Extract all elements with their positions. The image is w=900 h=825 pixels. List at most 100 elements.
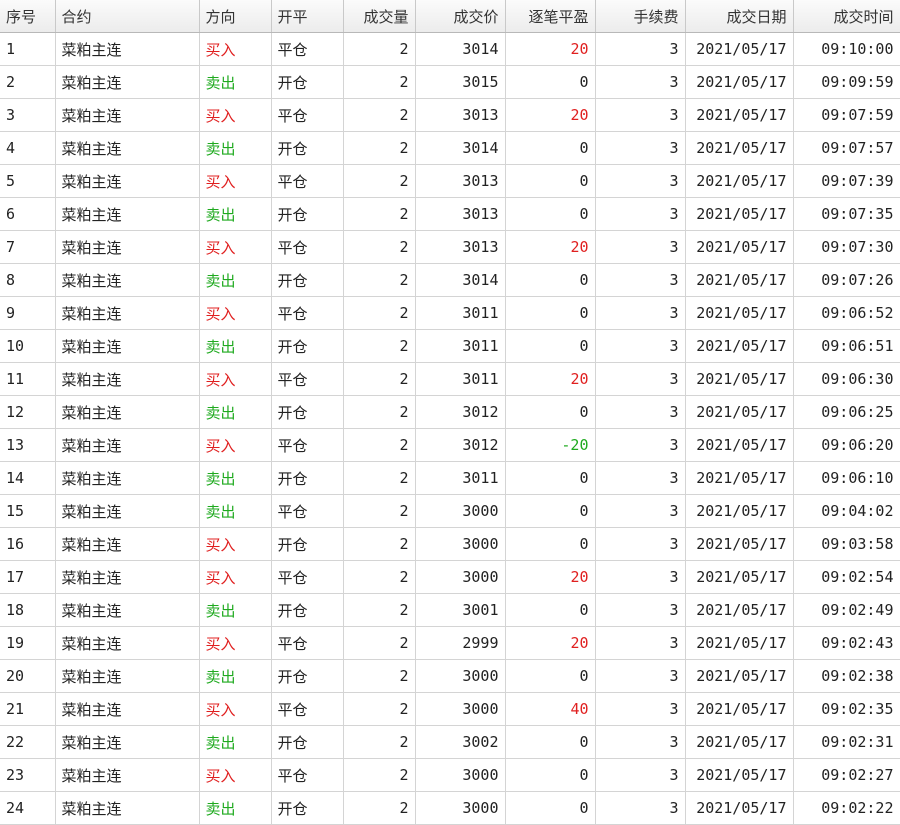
open-close-cell: 平仓	[271, 692, 344, 726]
column-header-contract[interactable]: 合约	[55, 0, 200, 33]
column-header-price[interactable]: 成交价	[415, 0, 506, 33]
column-header-direction[interactable]: 方向	[199, 0, 272, 33]
open-close-cell: 开仓	[271, 725, 344, 759]
table-row[interactable]: 1 菜粕主连 买入 平仓 2 3014 20 3 2021/05/17 09:10:00	[0, 32, 900, 66]
fee-cell: 3	[595, 791, 686, 825]
direction-cell: 卖出	[199, 65, 272, 99]
column-header-index[interactable]: 序号	[0, 0, 56, 33]
table-row[interactable]: 12 菜粕主连 卖出 开仓 2 3012 0 3 2021/05/17 09:06:25	[0, 395, 900, 429]
direction-cell: 卖出	[199, 461, 272, 495]
contract-cell: 菜粕主连	[55, 65, 200, 99]
pnl-cell: 0	[505, 329, 596, 363]
volume-cell: 2	[343, 527, 416, 561]
fee-cell: 3	[595, 626, 686, 660]
table-row[interactable]: 22 菜粕主连 卖出 开仓 2 3002 0 3 2021/05/17 09:02:31	[0, 725, 900, 759]
contract-cell: 菜粕主连	[55, 560, 200, 594]
table-row[interactable]: 20 菜粕主连 卖出 开仓 2 3000 0 3 2021/05/17 09:02:38	[0, 659, 900, 693]
table-row[interactable]: 14 菜粕主连 卖出 开仓 2 3011 0 3 2021/05/17 09:06:10	[0, 461, 900, 495]
price-cell: 3013	[415, 230, 506, 264]
table-row[interactable]: 11 菜粕主连 买入 平仓 2 3011 20 3 2021/05/17 09:06:30	[0, 362, 900, 396]
table-row[interactable]: 2 菜粕主连 卖出 开仓 2 3015 0 3 2021/05/17 09:09:59	[0, 65, 900, 99]
time-cell: 09:06:51	[793, 329, 900, 363]
direction-cell: 买入	[199, 98, 272, 132]
table-row[interactable]: 7 菜粕主连 买入 平仓 2 3013 20 3 2021/05/17 09:07:30	[0, 230, 900, 264]
pnl-cell: 0	[505, 395, 596, 429]
volume-cell: 2	[343, 560, 416, 594]
pnl-cell: 0	[505, 461, 596, 495]
row-index-cell: 7	[0, 230, 56, 264]
volume-cell: 2	[343, 131, 416, 165]
column-header-volume[interactable]: 成交量	[343, 0, 416, 33]
contract-cell: 菜粕主连	[55, 197, 200, 231]
date-cell: 2021/05/17	[685, 230, 794, 264]
price-cell: 3000	[415, 494, 506, 528]
row-index-cell: 14	[0, 461, 56, 495]
date-cell: 2021/05/17	[685, 626, 794, 660]
contract-cell: 菜粕主连	[55, 98, 200, 132]
volume-cell: 2	[343, 197, 416, 231]
date-cell: 2021/05/17	[685, 362, 794, 396]
table-row[interactable]: 10 菜粕主连 卖出 开仓 2 3011 0 3 2021/05/17 09:06:51	[0, 329, 900, 363]
time-cell: 09:07:30	[793, 230, 900, 264]
open-close-cell: 平仓	[271, 428, 344, 462]
column-header-pnl[interactable]: 逐笔平盈	[505, 0, 596, 33]
column-header-fee[interactable]: 手续费	[595, 0, 686, 33]
contract-cell: 菜粕主连	[55, 32, 200, 66]
time-cell: 09:07:59	[793, 98, 900, 132]
fee-cell: 3	[595, 329, 686, 363]
table-row[interactable]: 6 菜粕主连 卖出 开仓 2 3013 0 3 2021/05/17 09:07:35	[0, 197, 900, 231]
column-header-time[interactable]: 成交时间	[793, 0, 900, 33]
volume-cell: 2	[343, 395, 416, 429]
volume-cell: 2	[343, 626, 416, 660]
column-header-open-close[interactable]: 开平	[271, 0, 344, 33]
trade-records-table: 序号 合约 方向 开平 成交量 成交价 逐笔平盈 手续费 成交日期 成交时间 1…	[0, 0, 900, 825]
price-cell: 3011	[415, 461, 506, 495]
price-cell: 3013	[415, 98, 506, 132]
pnl-cell: 20	[505, 626, 596, 660]
date-cell: 2021/05/17	[685, 329, 794, 363]
contract-cell: 菜粕主连	[55, 296, 200, 330]
open-close-cell: 开仓	[271, 197, 344, 231]
row-index-cell: 15	[0, 494, 56, 528]
direction-cell: 买入	[199, 362, 272, 396]
row-index-cell: 17	[0, 560, 56, 594]
fee-cell: 3	[595, 32, 686, 66]
table-row[interactable]: 18 菜粕主连 卖出 开仓 2 3001 0 3 2021/05/17 09:02:49	[0, 593, 900, 627]
table-row[interactable]: 19 菜粕主连 买入 平仓 2 2999 20 3 2021/05/17 09:02:43	[0, 626, 900, 660]
volume-cell: 2	[343, 428, 416, 462]
volume-cell: 2	[343, 362, 416, 396]
time-cell: 09:02:54	[793, 560, 900, 594]
fee-cell: 3	[595, 98, 686, 132]
time-cell: 09:07:57	[793, 131, 900, 165]
open-close-cell: 开仓	[271, 593, 344, 627]
open-close-cell: 平仓	[271, 560, 344, 594]
row-index-cell: 12	[0, 395, 56, 429]
direction-cell: 买入	[199, 692, 272, 726]
table-row[interactable]: 17 菜粕主连 买入 平仓 2 3000 20 3 2021/05/17 09:02:54	[0, 560, 900, 594]
pnl-cell: 0	[505, 296, 596, 330]
table-row[interactable]: 23 菜粕主连 买入 平仓 2 3000 0 3 2021/05/17 09:02:27	[0, 758, 900, 792]
table-row[interactable]: 24 菜粕主连 卖出 开仓 2 3000 0 3 2021/05/17 09:02:22	[0, 791, 900, 825]
open-close-cell: 平仓	[271, 164, 344, 198]
open-close-cell: 开仓	[271, 791, 344, 825]
table-row[interactable]: 13 菜粕主连 买入 平仓 2 3012 -20 3 2021/05/17 09:06:20	[0, 428, 900, 462]
table-row[interactable]: 3 菜粕主连 买入 平仓 2 3013 20 3 2021/05/17 09:07:59	[0, 98, 900, 132]
table-row[interactable]: 8 菜粕主连 卖出 开仓 2 3014 0 3 2021/05/17 09:07:26	[0, 263, 900, 297]
table-row[interactable]: 21 菜粕主连 买入 平仓 2 3000 40 3 2021/05/17 09:02:35	[0, 692, 900, 726]
time-cell: 09:07:35	[793, 197, 900, 231]
table-row[interactable]: 16 菜粕主连 买入 开仓 2 3000 0 3 2021/05/17 09:03:58	[0, 527, 900, 561]
open-close-cell: 平仓	[271, 230, 344, 264]
table-row[interactable]: 9 菜粕主连 买入 平仓 2 3011 0 3 2021/05/17 09:06:52	[0, 296, 900, 330]
table-row[interactable]: 15 菜粕主连 卖出 平仓 2 3000 0 3 2021/05/17 09:04:02	[0, 494, 900, 528]
date-cell: 2021/05/17	[685, 164, 794, 198]
price-cell: 3000	[415, 791, 506, 825]
volume-cell: 2	[343, 230, 416, 264]
table-row[interactable]: 5 菜粕主连 买入 平仓 2 3013 0 3 2021/05/17 09:07:39	[0, 164, 900, 198]
price-cell: 3013	[415, 197, 506, 231]
column-header-date[interactable]: 成交日期	[685, 0, 794, 33]
direction-cell: 买入	[199, 32, 272, 66]
volume-cell: 2	[343, 296, 416, 330]
direction-cell: 卖出	[199, 791, 272, 825]
time-cell: 09:03:58	[793, 527, 900, 561]
table-row[interactable]: 4 菜粕主连 卖出 开仓 2 3014 0 3 2021/05/17 09:07:57	[0, 131, 900, 165]
